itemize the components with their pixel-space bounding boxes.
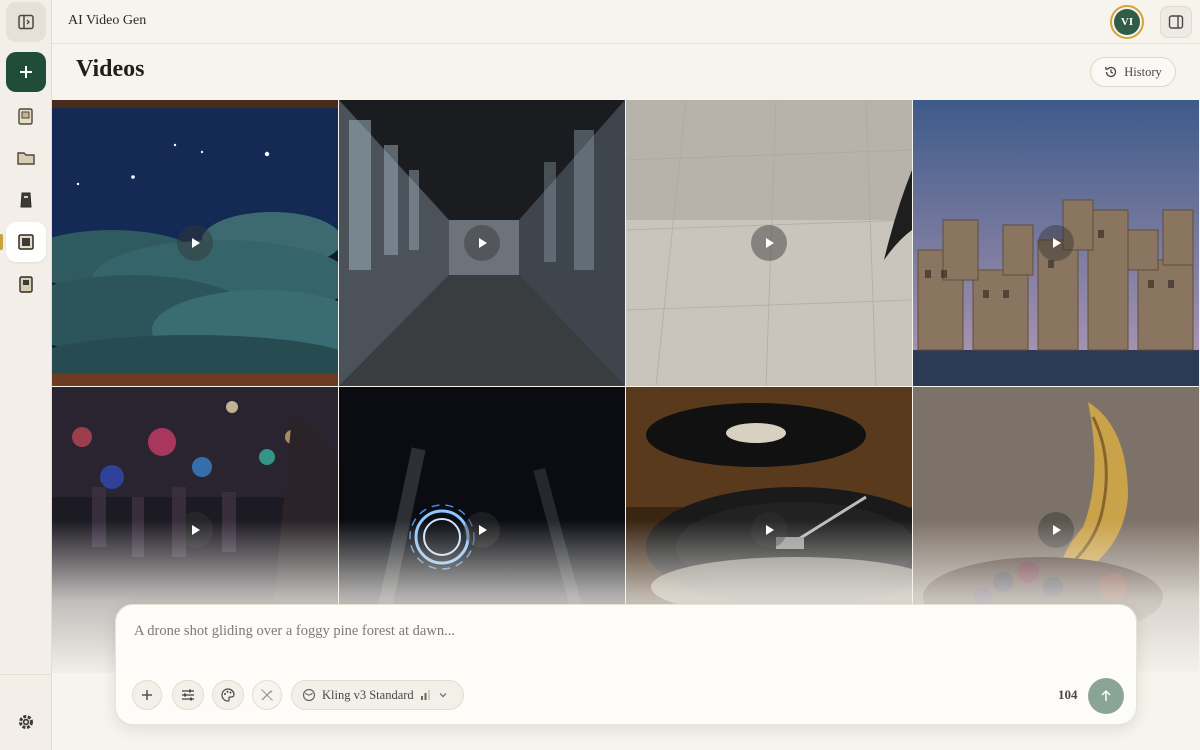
play-icon: [479, 525, 487, 535]
folder-icon: [17, 152, 35, 165]
video-tile[interactable]: [626, 100, 912, 386]
play-icon: [479, 238, 487, 248]
play-button[interactable]: [1038, 225, 1074, 261]
audio-icon: [20, 192, 32, 208]
play-icon: [192, 238, 200, 248]
palette-icon: [221, 688, 235, 702]
play-button[interactable]: [464, 512, 500, 548]
sidebar: [0, 0, 52, 750]
add-button[interactable]: [132, 680, 162, 710]
avatar[interactable]: VI: [1110, 5, 1144, 39]
prompt-input[interactable]: [134, 623, 1114, 667]
right-panel-button[interactable]: [1160, 6, 1192, 38]
play-button[interactable]: [464, 225, 500, 261]
signal-bars-icon: [420, 690, 430, 700]
play-icon: [766, 238, 774, 248]
video-tile[interactable]: [339, 100, 625, 386]
gallery-icon: [19, 276, 33, 293]
settings-button[interactable]: [6, 702, 46, 742]
style-button[interactable]: [212, 680, 244, 710]
top-bar: AI Video Gen VI: [52, 0, 1200, 44]
panel-icon: [1168, 15, 1184, 29]
video-tile[interactable]: [913, 100, 1199, 386]
play-icon: [192, 525, 200, 535]
sidebar-item-images[interactable]: [6, 96, 46, 136]
prompt-composer: Kling v3 Standard 104: [115, 604, 1137, 725]
new-button[interactable]: [6, 52, 46, 92]
sidebar-item-audio[interactable]: [6, 180, 46, 220]
chevron-down-icon: [439, 693, 447, 698]
sidebar-toggle-icon: [18, 14, 34, 30]
play-icon: [1053, 525, 1061, 535]
credit-count: 104: [1058, 687, 1078, 702]
play-button[interactable]: [751, 225, 787, 261]
play-button[interactable]: [177, 225, 213, 261]
plus-icon: [142, 690, 152, 700]
arrow-up-icon: [1101, 689, 1111, 701]
sidebar-item-videos[interactable]: [6, 222, 46, 262]
magic-wand-icon: [261, 689, 273, 701]
send-button[interactable]: [1088, 678, 1124, 714]
gear-icon: [19, 715, 33, 729]
page-title: Videos: [76, 56, 145, 82]
sidebar-divider: [0, 674, 52, 675]
sidebar-item-gallery[interactable]: [6, 264, 46, 304]
settings-sliders-button[interactable]: [172, 680, 204, 710]
sidebar-toggle-button[interactable]: [6, 2, 46, 42]
model-label: Kling v3 Standard: [322, 687, 414, 702]
history-button[interactable]: History: [1090, 57, 1176, 87]
play-button[interactable]: [1038, 512, 1074, 548]
model-selector[interactable]: Kling v3 Standard: [291, 680, 464, 710]
active-indicator: [0, 234, 3, 250]
video-book-icon: [18, 234, 34, 250]
play-icon: [766, 525, 774, 535]
play-button[interactable]: [751, 512, 787, 548]
image-book-icon: [18, 108, 33, 125]
history-label: History: [1124, 64, 1162, 79]
sidebar-item-folders[interactable]: [6, 138, 46, 178]
sliders-icon: [182, 689, 194, 701]
video-tile[interactable]: [52, 100, 338, 386]
avatar-initials: VI: [1114, 9, 1140, 35]
play-button[interactable]: [177, 512, 213, 548]
app-title: AI Video Gen: [68, 13, 147, 28]
plus-icon: [20, 66, 32, 78]
model-icon: [302, 688, 316, 702]
history-icon: [1105, 66, 1117, 78]
play-icon: [1053, 238, 1061, 248]
enhance-button[interactable]: [252, 680, 282, 710]
